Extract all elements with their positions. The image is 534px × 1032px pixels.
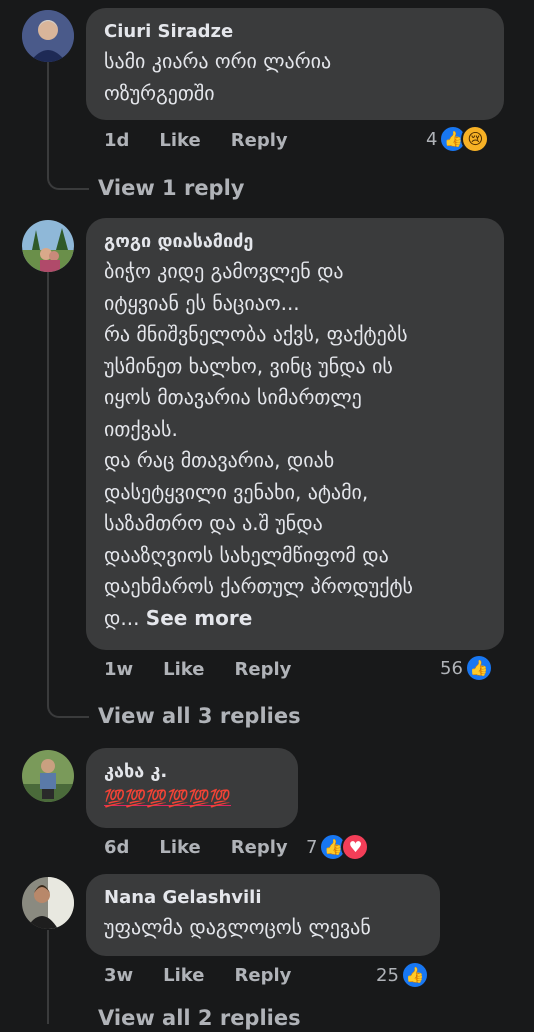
comment-actions: 3w Like Reply — [104, 964, 321, 988]
comment-text: ბიჭო კიდე გამოვლენ და იტყვიან ეს ნაციაო.… — [104, 256, 486, 634]
like-button[interactable]: Like — [159, 129, 200, 153]
reply-button[interactable]: Reply — [231, 836, 288, 860]
reaction-count: 25 — [376, 964, 399, 986]
thread-elbow — [47, 174, 89, 190]
avatar[interactable] — [22, 220, 74, 272]
view-replies-link[interactable]: View all 3 replies — [98, 702, 301, 730]
comment-time[interactable]: 3w — [104, 964, 133, 988]
reaction-count: 4 — [426, 128, 438, 150]
see-more-link[interactable]: See more — [146, 606, 253, 630]
view-replies-link[interactable]: View 1 reply — [98, 174, 244, 202]
like-button[interactable]: Like — [159, 836, 200, 860]
reply-button[interactable]: Reply — [235, 658, 292, 682]
comment-actions: 1d Like Reply — [104, 129, 318, 153]
comment-actions: 1w Like Reply — [104, 658, 321, 682]
comment-time[interactable]: 6d — [104, 836, 129, 860]
reaction-summary[interactable]: 7 👍 ♥ — [306, 833, 370, 861]
reaction-summary[interactable]: 25 👍 — [376, 961, 429, 989]
reply-button[interactable]: Reply — [231, 129, 288, 153]
like-icon: 👍 — [400, 961, 429, 989]
reaction-summary[interactable]: 4 👍 😢 — [426, 125, 490, 153]
like-button[interactable]: Like — [163, 658, 204, 682]
comment-text: 💯💯💯💯💯💯 — [104, 789, 232, 809]
reply-button[interactable]: Reply — [235, 964, 292, 988]
comment-bubble[interactable]: Nana Gelashvili უფალმა დაგლოცოს ლევან — [86, 874, 440, 956]
reaction-count: 7 — [306, 836, 318, 858]
comment-bubble[interactable]: კახა კ. 💯💯💯💯💯💯 — [86, 748, 298, 828]
comment-bubble[interactable]: გოგი დიასამიძე ბიჭო კიდე გამოვლენ და იტყ… — [86, 218, 504, 650]
thread-line — [47, 272, 49, 702]
comment-author[interactable]: Ciuri Siradze — [104, 20, 486, 44]
thread-line — [47, 930, 49, 1024]
comment-time[interactable]: 1w — [104, 658, 133, 682]
comment-author[interactable]: კახა კ. — [104, 760, 280, 784]
heart-icon: ♥ — [341, 833, 370, 861]
avatar[interactable] — [22, 10, 74, 62]
comment-time[interactable]: 1d — [104, 129, 129, 153]
comment-author[interactable]: Nana Gelashvili — [104, 886, 422, 910]
comment-actions: 6d Like Reply — [104, 836, 318, 860]
comment-body: ბიჭო კიდე გამოვლენ და იტყვიან ეს ნაციაო.… — [104, 259, 414, 630]
avatar[interactable] — [22, 877, 74, 929]
comment-text: სამი კიარა ორი ლარია ოზურგეთში — [104, 49, 332, 105]
sad-icon: 😢 — [461, 125, 490, 153]
like-button[interactable]: Like — [163, 964, 204, 988]
comment-bubble[interactable]: Ciuri Siradze სამი კიარა ორი ლარია ოზურგ… — [86, 8, 504, 120]
like-icon: 👍 — [464, 654, 493, 682]
reaction-summary[interactable]: 56 👍 — [440, 654, 493, 682]
reaction-count: 56 — [440, 657, 463, 679]
view-replies-link[interactable]: View all 2 replies — [98, 1004, 301, 1032]
avatar[interactable] — [22, 750, 74, 802]
thread-elbow — [47, 702, 89, 718]
thread-line — [47, 62, 49, 174]
comment-text: უფალმა დაგლოცოს ლევან — [104, 915, 371, 939]
comment-author[interactable]: გოგი დიასამიძე — [104, 230, 486, 254]
